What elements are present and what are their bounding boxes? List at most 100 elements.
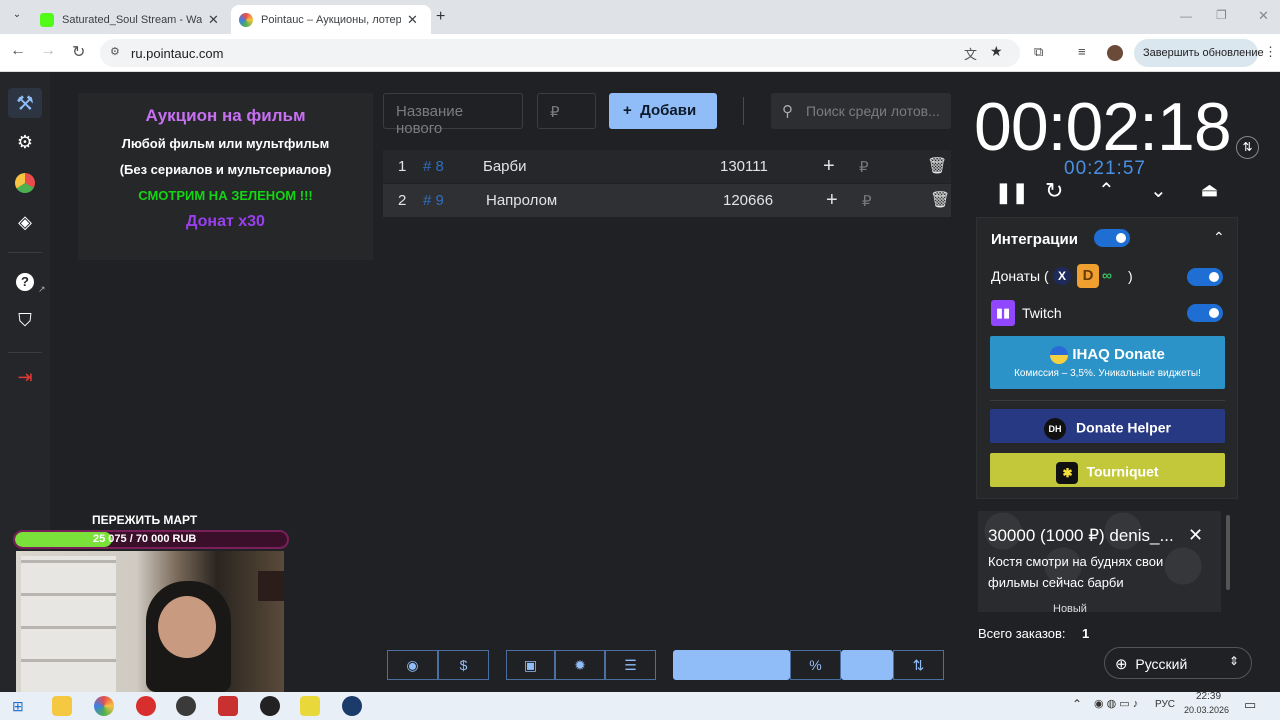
add-amount-icon[interactable]: + <box>826 189 838 212</box>
tray-icons[interactable]: ◉ ◍ ▭ ♪ <box>1094 697 1138 710</box>
tourniquet-button[interactable]: ✱ Tourniquet <box>990 453 1225 487</box>
url-field[interactable]: ⚙ ru.pointauc.com 文 ★ <box>100 39 1020 67</box>
scrollbar[interactable] <box>1226 515 1230 590</box>
bug-icon: ✹ <box>574 657 586 673</box>
menu-icon[interactable]: ⋮ <box>1264 44 1277 60</box>
ihaq-donate-button[interactable]: IHAQ Donate Комиссия – 3,5%. Уникальные … <box>990 336 1225 389</box>
table-row[interactable]: 1 # 8 Барби 130111 + ₽ 🗑 <box>383 150 951 183</box>
restart-icon[interactable]: ↻ <box>1045 178 1063 204</box>
profile-avatar[interactable] <box>1107 45 1123 61</box>
app-icon[interactable] <box>218 696 238 716</box>
add-amount-icon[interactable]: + <box>823 155 835 178</box>
percent-icon: % <box>809 657 822 673</box>
donation-header: 30000 (1000 ₽) denis_... <box>988 526 1174 545</box>
shield-icon[interactable]: ⛉ <box>0 310 50 331</box>
clear-button[interactable]: ☰ <box>605 650 656 680</box>
save-button[interactable]: ▣ <box>506 650 555 680</box>
close-icon[interactable]: ✕ <box>1188 525 1203 546</box>
sort-button[interactable]: ⇅ <box>893 650 944 680</box>
github-button[interactable]: ◉ <box>387 650 438 680</box>
window-close-icon[interactable]: ✕ <box>1258 8 1269 24</box>
pause-icon[interactable]: ❚❚ <box>995 180 1029 205</box>
opera-icon[interactable] <box>136 696 156 716</box>
steam-icon[interactable] <box>342 696 362 716</box>
layers-icon[interactable]: ◈ <box>0 212 50 233</box>
chevron-up-icon[interactable]: ⌃ <box>1098 178 1115 203</box>
donate-button[interactable]: $ <box>438 650 489 680</box>
minimize-icon[interactable]: — <box>1180 9 1192 23</box>
rules-icon: ▤ <box>690 657 705 673</box>
close-icon[interactable]: ✕ <box>407 12 418 28</box>
rules-title: Аукцион на фильм <box>145 106 306 125</box>
forward-icon[interactable]: → <box>40 42 56 60</box>
media-icon[interactable]: ≡ <box>1078 44 1086 59</box>
donate-helper-button[interactable]: DH Donate Helper <box>990 409 1225 443</box>
swap-icon[interactable]: ⇅ <box>1236 136 1259 159</box>
donations-toggle[interactable] <box>1187 268 1223 286</box>
update-button[interactable]: Завершить обновление <box>1134 39 1264 67</box>
logout-icon[interactable]: ⇥ <box>0 367 50 388</box>
tray-time[interactable]: 22:39 <box>1196 691 1221 702</box>
notifications-icon[interactable]: ▭ <box>1244 697 1256 713</box>
rules-label: Правила <box>711 657 773 673</box>
tray-chevron-icon[interactable]: ⌃ <box>1072 697 1082 711</box>
collapse-icon[interactable]: ⌃ <box>1213 229 1225 246</box>
integrations-toggle[interactable] <box>1094 229 1130 247</box>
sidebar-divider <box>8 252 42 253</box>
new-lot-name-input[interactable]: Название нового <box>383 93 523 137</box>
translate-icon[interactable]: 文 <box>964 44 977 63</box>
obs-icon[interactable] <box>176 696 196 716</box>
bookmark-star-icon[interactable]: ★ <box>990 43 1003 60</box>
back-icon[interactable]: ← <box>10 42 26 60</box>
language-value: Русский <box>1135 656 1188 672</box>
twitch-toggle[interactable] <box>1187 304 1223 322</box>
tab-twitch[interactable]: Saturated_Soul Stream - Watch ✕ <box>32 5 228 34</box>
new-tab-icon[interactable]: + <box>436 8 445 26</box>
lot-name[interactable]: Барби <box>483 158 527 175</box>
close-icon[interactable]: ✕ <box>208 12 219 28</box>
windows-start-icon[interactable]: ⊞ <box>12 698 24 715</box>
add-lot-button[interactable]: + Добави <box>609 93 717 129</box>
integrations-panel: Интеграции ⌃ Донаты ( X D ∞ ) ▮▮ Twitch … <box>976 217 1238 499</box>
gear-icon[interactable]: ⚙ <box>0 132 50 153</box>
donation-card[interactable]: 30000 (1000 ₽) denis_... ✕ Костя смотри … <box>978 511 1221 612</box>
trash-icon[interactable]: 🗑 <box>930 190 950 210</box>
percent-button[interactable]: % <box>790 650 841 680</box>
tab-pointauc[interactable]: Pointauc – Аукционы, лотереи ✕ <box>231 5 431 34</box>
file-explorer-icon[interactable] <box>52 696 72 716</box>
integrations-divider <box>990 400 1225 401</box>
maximize-icon[interactable]: ❐ <box>1216 8 1227 22</box>
tab-search-icon[interactable]: ⌄ <box>8 9 26 25</box>
app-icon[interactable] <box>300 696 320 716</box>
double-chevron-up-icon[interactable]: ⏏ <box>1201 180 1218 201</box>
tab-title: Pointauc – Аукционы, лотереи <box>261 13 401 26</box>
external-link-icon: ↗ <box>38 284 46 294</box>
pie-chart-icon[interactable] <box>0 173 50 198</box>
tourniquet-logo-icon: ✱ <box>1056 462 1079 484</box>
lot-search-input[interactable]: ⚲ Поиск среди лотов... <box>771 93 951 129</box>
hammer-icon[interactable]: ⚒ <box>0 91 50 116</box>
trash-icon[interactable]: 🗑 <box>927 156 947 176</box>
link-icon: ∞ <box>1102 267 1112 283</box>
language-select[interactable]: ⊕ Русский ⇕ <box>1104 647 1252 679</box>
tray-date[interactable]: 20.03.2026 <box>1184 705 1229 715</box>
reload-icon[interactable]: ↻ <box>72 42 85 62</box>
lot-name[interactable]: Напролом <box>486 192 557 209</box>
tray-lang[interactable]: РУС <box>1155 699 1175 710</box>
donation-badge[interactable]: Новый <box>1053 603 1087 612</box>
table-row[interactable]: 2 # 9 Напролом 120666 + ₽ 🗑 <box>383 184 951 217</box>
search-icon: ⚲ <box>782 103 793 120</box>
app-icon[interactable] <box>260 696 280 716</box>
chrome-icon[interactable] <box>94 696 114 716</box>
x-service-icon: X <box>1053 267 1071 285</box>
chevron-down-icon[interactable]: ⌄ <box>1150 178 1167 203</box>
compact-button[interactable]: ⇳ <box>841 650 893 680</box>
rules-button[interactable]: ▤ Правила <box>673 650 790 680</box>
lot-amount[interactable]: 130111 <box>720 158 768 175</box>
new-lot-amount-input[interactable]: ₽ <box>537 93 596 129</box>
lot-amount[interactable]: 120666 <box>723 192 773 209</box>
dh-logo-icon: DH <box>1044 418 1067 440</box>
extensions-icon[interactable]: ⧉ <box>1034 44 1043 60</box>
site-info-icon[interactable]: ⚙ <box>110 45 120 58</box>
bug-button[interactable]: ✹ <box>555 650 605 680</box>
